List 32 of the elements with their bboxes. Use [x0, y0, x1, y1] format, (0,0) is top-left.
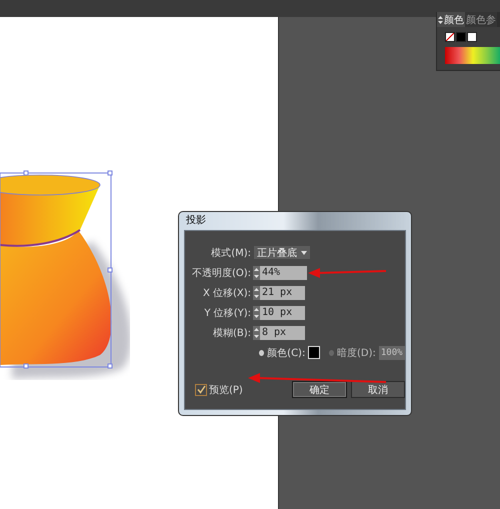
field-label: X 位移(X):	[202, 286, 252, 300]
field-label: Y 位移(Y):	[203, 306, 252, 320]
spinner-icon[interactable]	[253, 306, 260, 320]
spinner-icon[interactable]	[253, 326, 260, 340]
none-swatch[interactable]	[445, 32, 455, 42]
panel-tab[interactable]: 颜色参	[465, 12, 497, 27]
option-label: 颜色(C):	[267, 346, 306, 360]
caret-icon	[301, 250, 307, 254]
stroke-swatch[interactable]	[467, 32, 477, 42]
input-field[interactable]: 8 px	[260, 326, 305, 340]
radio-button[interactable]	[259, 350, 264, 356]
checkbox[interactable]	[195, 384, 207, 396]
field-label: 不透明度(O):	[190, 266, 252, 280]
input-field[interactable]: 44%	[260, 266, 307, 280]
spinner-icon[interactable]	[253, 286, 260, 300]
field-label: 模式(M):	[210, 246, 252, 260]
mode-dropdown[interactable]: 正片叠底	[254, 246, 310, 259]
input-field[interactable]: 21 px	[260, 286, 305, 300]
option-label: 暗度(D):	[336, 346, 376, 360]
sort-arrows-icon	[438, 16, 443, 24]
dialog-title: 投影	[185, 214, 207, 228]
cancel-button[interactable]: 取消	[350, 381, 405, 398]
field-label: 模糊(B):	[212, 326, 252, 340]
input-field[interactable]: 10 px	[260, 306, 305, 320]
panel-tab[interactable]: 颜色	[437, 12, 465, 27]
color-swatch[interactable]	[308, 346, 320, 359]
checkbox-label: 预览(P)	[209, 384, 243, 396]
color-spectrum[interactable]	[445, 47, 500, 64]
ok-button[interactable]: 确定	[292, 381, 347, 398]
fill-swatch[interactable]	[456, 32, 466, 42]
spinner-icon[interactable]	[253, 266, 260, 280]
bounding-box[interactable]	[0, 170, 112, 368]
